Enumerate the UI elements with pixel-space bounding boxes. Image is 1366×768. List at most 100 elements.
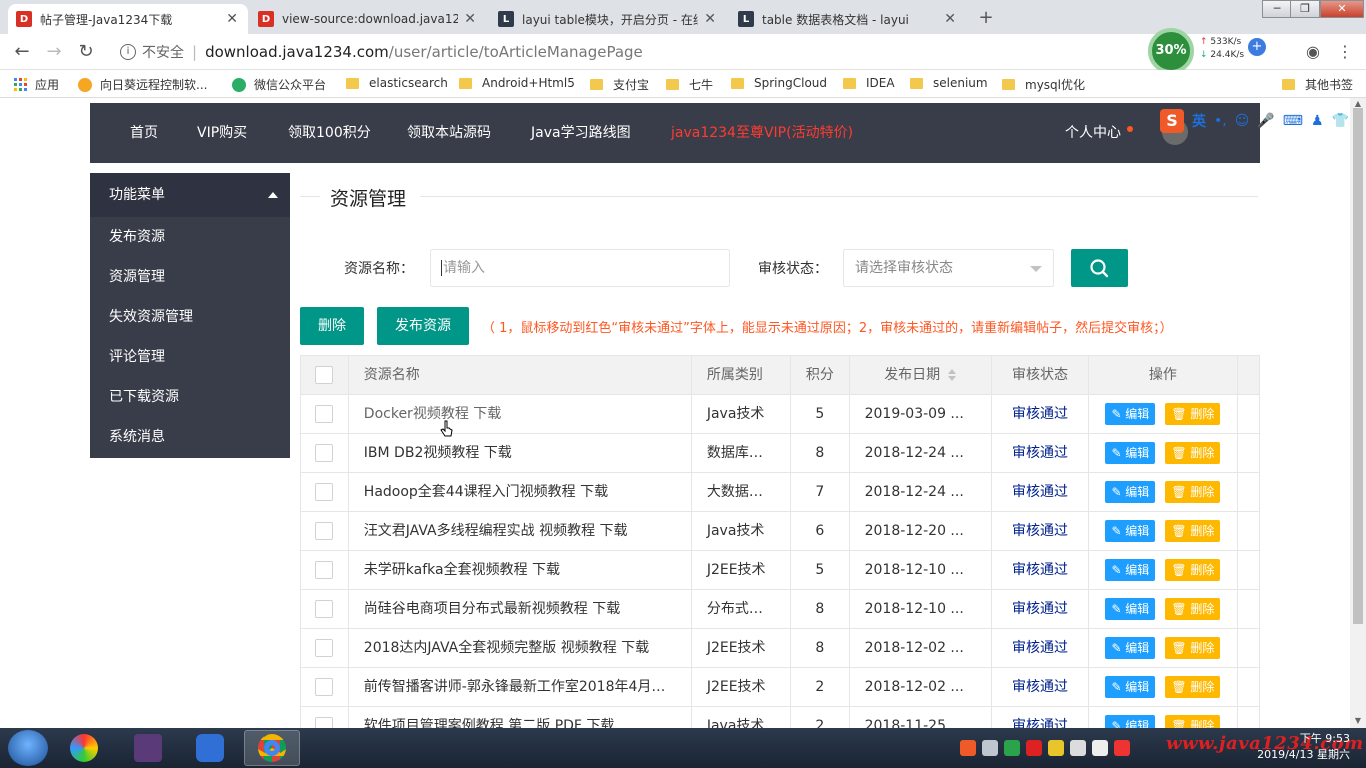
row-checkbox[interactable]: [315, 522, 334, 540]
start-button[interactable]: [8, 730, 48, 766]
nav-get-source[interactable]: 领取本站源码: [407, 103, 491, 163]
audit-status-link[interactable]: 审核通过: [1012, 601, 1068, 617]
audit-status-link[interactable]: 审核通过: [1012, 406, 1068, 422]
row-delete-button[interactable]: 🗑 删除: [1165, 598, 1221, 620]
column-header-date[interactable]: 发布日期: [850, 356, 992, 394]
keyboard-icon[interactable]: ⌨: [1283, 113, 1303, 129]
row-delete-button[interactable]: 🗑 删除: [1165, 520, 1221, 542]
audit-status-link[interactable]: 审核通过: [1012, 718, 1068, 728]
side-menu-title[interactable]: 功能菜单: [90, 173, 290, 217]
bookmark-folder[interactable]: Android+Html5: [459, 76, 575, 90]
resource-name-link[interactable]: Docker视频教程 下载: [349, 395, 692, 433]
browser-tab-0[interactable]: D 帖子管理-Java1234下载 ✕: [8, 4, 248, 34]
edit-button[interactable]: ✎ 编辑: [1105, 481, 1156, 503]
bookmark-folder[interactable]: SpringCloud: [731, 76, 827, 90]
accelerate-plus-icon[interactable]: +: [1248, 38, 1266, 56]
sidebar-item-invalid[interactable]: 失效资源管理: [90, 297, 290, 337]
account-icon[interactable]: ◉: [1303, 42, 1323, 62]
bookmark-wechat[interactable]: 微信公众平台: [232, 76, 326, 93]
nav-get-points[interactable]: 领取100积分: [288, 103, 371, 163]
shield-tray-icon[interactable]: [1004, 740, 1020, 756]
edit-button[interactable]: ✎ 编辑: [1105, 715, 1156, 728]
bookmark-folder[interactable]: selenium: [910, 76, 988, 90]
nav-roadmap[interactable]: Java学习路线图: [531, 103, 631, 163]
scrollbar-thumb[interactable]: [1353, 108, 1363, 624]
network-tray-icon[interactable]: [1070, 740, 1086, 756]
emoji-icon[interactable]: ☺: [1235, 113, 1250, 129]
app-tray-icon[interactable]: [1114, 740, 1130, 756]
close-tab-icon[interactable]: ✕: [944, 11, 956, 27]
address-bar[interactable]: i 不安全 | download.java1234.com /user/arti…: [108, 38, 1138, 66]
info-icon[interactable]: i: [120, 44, 136, 60]
close-window-button[interactable]: ✕: [1320, 0, 1364, 18]
resource-name-link[interactable]: 2018达内JAVA全套视频完整版 视频教程 下载: [349, 629, 692, 667]
row-delete-button[interactable]: 🗑 删除: [1165, 715, 1221, 728]
nav-vip-promo[interactable]: java1234至尊VIP(活动特价): [671, 103, 853, 163]
scroll-up-icon[interactable]: ▲: [1353, 99, 1363, 108]
row-checkbox[interactable]: [315, 483, 334, 501]
ime-language[interactable]: 英: [1192, 111, 1206, 131]
row-checkbox[interactable]: [315, 600, 334, 618]
sogou-ime-icon[interactable]: S: [1160, 109, 1184, 133]
sidebar-item-manage[interactable]: 资源管理: [90, 257, 290, 297]
edit-button[interactable]: ✎ 编辑: [1105, 520, 1156, 542]
delete-button[interactable]: 删除: [300, 307, 364, 345]
taskbar-chrome[interactable]: [244, 730, 300, 766]
sidebar-item-messages[interactable]: 系统消息: [90, 417, 290, 457]
row-checkbox[interactable]: [315, 639, 334, 657]
menu-icon[interactable]: ⋮: [1335, 42, 1355, 62]
resource-name-link[interactable]: 软件项目管理案例教程 第二版 PDF 下载: [349, 707, 692, 728]
bookmark-folder[interactable]: elasticsearch: [346, 76, 448, 90]
resource-name-link[interactable]: 前传智播客讲师-郭永锋最新工作室2018年4月班 j...: [349, 668, 692, 706]
row-delete-button[interactable]: 🗑 删除: [1165, 481, 1221, 503]
resource-name-link[interactable]: 尚硅谷电商项目分布式最新视频教程 下载: [349, 590, 692, 628]
bookmark-folder[interactable]: 支付宝: [590, 76, 649, 93]
microphone-icon[interactable]: 🎤: [1257, 113, 1274, 129]
taskbar-eclipse[interactable]: [120, 730, 176, 766]
browser-tab-2[interactable]: L layui table模块，开启分页 - 在线 ✕: [490, 4, 726, 34]
publish-resource-button[interactable]: 发布资源: [377, 307, 469, 345]
resource-name-link[interactable]: 汪文君JAVA多线程编程实战 视频教程 下载: [349, 512, 692, 550]
sort-icon[interactable]: [948, 369, 957, 381]
audit-status-link[interactable]: 审核通过: [1012, 679, 1068, 695]
audit-status-link[interactable]: 审核通过: [1012, 562, 1068, 578]
resource-name-link[interactable]: IBM DB2视频教程 下载: [349, 434, 692, 472]
bookmark-apps[interactable]: 应用: [14, 76, 59, 93]
bookmark-sunlogin[interactable]: 向日葵远程控制软...: [78, 76, 207, 93]
audit-status-link[interactable]: 审核通过: [1012, 484, 1068, 500]
row-checkbox[interactable]: [315, 717, 334, 728]
sidebar-item-downloaded[interactable]: 已下载资源: [90, 377, 290, 417]
nav-user-center[interactable]: 个人中心: [1065, 103, 1121, 163]
monitor-tray-icon[interactable]: [1092, 740, 1108, 756]
sogou-tray-icon[interactable]: [960, 740, 976, 756]
row-delete-button[interactable]: 🗑 删除: [1165, 676, 1221, 698]
row-delete-button[interactable]: 🗑 删除: [1165, 442, 1221, 464]
browser-tab-3[interactable]: L table 数据表格文档 - layui ✕: [730, 4, 966, 34]
user-icon[interactable]: ♟: [1311, 113, 1324, 129]
page-scrollbar[interactable]: ▲ ▼: [1350, 98, 1366, 728]
edit-button[interactable]: ✎ 编辑: [1105, 559, 1156, 581]
row-checkbox[interactable]: [315, 405, 334, 423]
close-tab-icon[interactable]: ✕: [464, 11, 476, 27]
select-all-checkbox[interactable]: [315, 366, 334, 384]
back-icon[interactable]: ←: [10, 40, 34, 64]
nav-vip-buy[interactable]: VIP购买: [197, 103, 247, 163]
punctuation-icon[interactable]: •,: [1214, 113, 1227, 129]
edit-button[interactable]: ✎ 编辑: [1105, 598, 1156, 620]
audit-status-link[interactable]: 审核通过: [1012, 640, 1068, 656]
bookmark-folder[interactable]: mysql优化: [1002, 76, 1085, 93]
close-tab-icon[interactable]: ✕: [226, 11, 238, 27]
audit-status-link[interactable]: 审核通过: [1012, 445, 1068, 461]
resource-name-input[interactable]: 请输入: [430, 249, 730, 287]
close-tab-icon[interactable]: ✕: [704, 11, 716, 27]
new-tab-button[interactable]: +: [974, 7, 998, 29]
edit-button[interactable]: ✎ 编辑: [1105, 403, 1156, 425]
forward-icon[interactable]: →: [42, 40, 66, 64]
resource-name-link[interactable]: 未学研kafka全套视频教程 下载: [349, 551, 692, 589]
row-checkbox[interactable]: [315, 678, 334, 696]
row-checkbox[interactable]: [315, 444, 334, 462]
network-speed-widget[interactable]: 30% ↑ 533K/s ↓ 24.4K/s +: [1148, 28, 1268, 74]
audit-status-select[interactable]: 请选择审核状态: [843, 249, 1054, 287]
row-delete-button[interactable]: 🗑 删除: [1165, 403, 1221, 425]
reload-icon[interactable]: ↻: [74, 40, 98, 64]
